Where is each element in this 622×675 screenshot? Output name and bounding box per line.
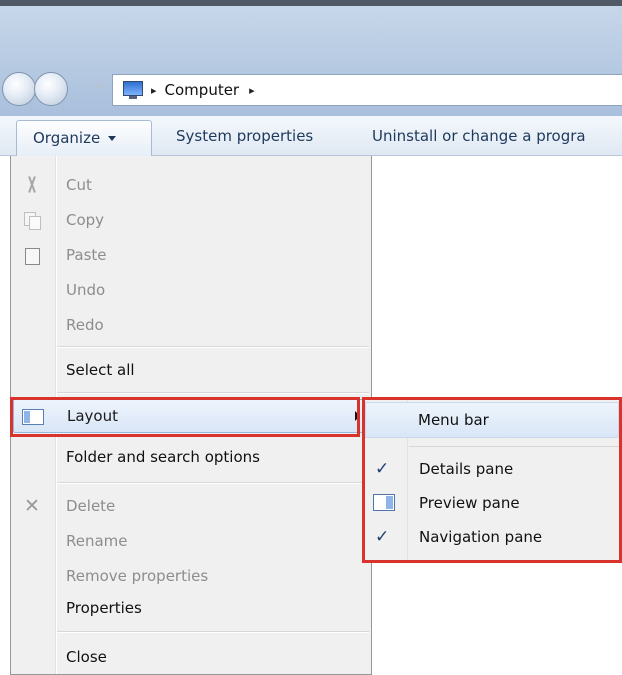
submenu-item-details-pane[interactable]: ✓ Details pane — [363, 452, 621, 486]
menu-item-close[interactable]: Close — [11, 640, 371, 674]
submenu-arrow-icon — [355, 411, 360, 421]
menu-item-redo[interactable]: Redo — [11, 308, 371, 342]
menu-item-label: Folder and search options — [66, 448, 260, 466]
menu-item-layout[interactable]: Layout — [13, 399, 369, 433]
organize-button[interactable]: Organize — [16, 120, 152, 156]
menu-item-label: Navigation pane — [419, 528, 543, 546]
recent-pages-chevron-icon[interactable] — [96, 84, 106, 90]
menu-item-cut[interactable]: Cut — [11, 168, 371, 202]
menu-item-label: Properties — [66, 599, 142, 617]
menu-item-label: Rename — [66, 532, 128, 550]
menu-item-rename[interactable]: Rename — [11, 524, 371, 558]
menu-item-label: Redo — [66, 316, 104, 334]
menu-item-paste[interactable]: Paste — [11, 238, 371, 272]
layout-submenu: Menu bar ✓ Details pane Preview pane ✓ N… — [362, 399, 622, 561]
preview-pane-icon — [373, 494, 395, 511]
dropdown-caret-icon — [108, 136, 117, 141]
submenu-item-menu-bar[interactable]: Menu bar — [365, 402, 619, 438]
menu-item-select-all[interactable]: Select all — [11, 353, 371, 387]
copy-icon — [21, 210, 43, 230]
menu-item-label: Menu bar — [418, 411, 489, 429]
menu-item-label: Copy — [66, 211, 105, 229]
menu-item-folder-options[interactable]: Folder and search options — [11, 440, 371, 474]
forward-button[interactable] — [34, 72, 68, 106]
layout-icon — [22, 409, 44, 425]
submenu-item-preview-pane[interactable]: Preview pane — [363, 486, 621, 520]
menu-item-label: Undo — [66, 281, 106, 299]
menu-separator — [57, 482, 369, 484]
menu-item-undo[interactable]: Undo — [11, 273, 371, 307]
menu-item-delete[interactable]: ✕ Delete — [11, 489, 371, 523]
menu-item-label: Preview pane — [419, 494, 520, 512]
system-properties-button[interactable]: System properties — [176, 116, 313, 156]
menu-separator — [57, 392, 369, 394]
menu-separator — [57, 346, 369, 348]
breadcrumb-computer[interactable]: Computer — [165, 81, 240, 99]
menu-item-label: Remove properties — [66, 567, 209, 585]
window-titlebar: ▸ Computer ▸ — [0, 0, 622, 116]
submenu-item-navigation-pane[interactable]: ✓ Navigation pane — [363, 520, 621, 554]
uninstall-program-button[interactable]: Uninstall or change a progra — [372, 116, 586, 156]
menu-item-label: Select all — [66, 361, 135, 379]
command-bar: Organize System properties Uninstall or … — [0, 116, 622, 156]
menu-separator — [409, 446, 619, 447]
checkmark-icon: ✓ — [375, 527, 390, 547]
computer-icon — [119, 79, 147, 101]
back-button[interactable] — [2, 72, 36, 106]
breadcrumb-separator-icon[interactable]: ▸ — [151, 84, 157, 97]
menu-item-remove-properties[interactable]: Remove properties — [11, 559, 371, 593]
breadcrumb-separator-icon[interactable]: ▸ — [249, 84, 255, 97]
menu-item-label: Details pane — [419, 460, 514, 478]
scissors-icon — [21, 175, 43, 195]
menu-item-properties[interactable]: Properties — [11, 591, 371, 625]
delete-x-icon: ✕ — [24, 495, 40, 517]
checkmark-icon: ✓ — [375, 459, 390, 479]
menu-separator — [57, 631, 369, 633]
menu-item-copy[interactable]: Copy — [11, 203, 371, 237]
menu-item-label: Paste — [66, 246, 107, 264]
organize-label: Organize — [33, 129, 101, 147]
clipboard-icon — [21, 245, 43, 265]
organize-menu: Cut Copy Paste Undo Redo Select all Layo… — [10, 156, 372, 675]
menu-item-label: Close — [66, 648, 107, 666]
menu-item-label: Layout — [67, 407, 118, 425]
menu-item-label: Cut — [66, 176, 92, 194]
menu-item-label: Delete — [66, 497, 116, 515]
address-bar[interactable]: ▸ Computer ▸ — [112, 74, 622, 106]
